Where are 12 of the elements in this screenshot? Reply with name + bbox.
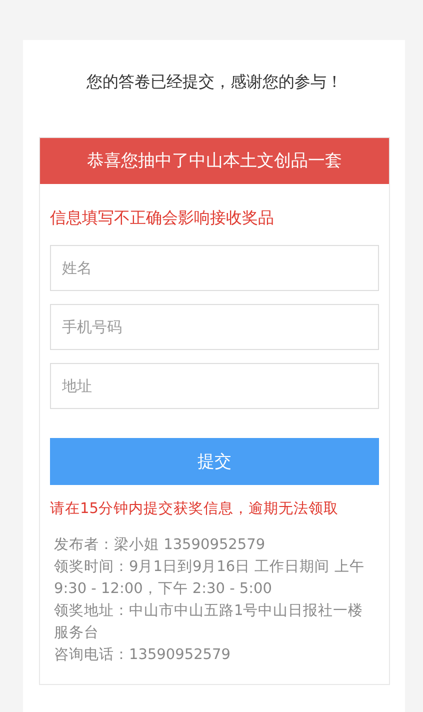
detail-text: 发布者：梁小姐 13590952579 [54,536,266,555]
deadline-notice: 请在15分钟内提交获奖信息，逾期无法领取 [50,500,340,518]
input-field[interactable]: 姓名 [50,245,379,291]
detail-text: 咨询电话：13590952579 [54,646,232,665]
prize-banner: 恭喜您抽中了中山本土文创品一套 [40,138,389,184]
detail-text: 领奖时间：9月1日到9月16日 工作日期间 上午 9:30 - 12:00，下午 2:30 - 5:00 [54,558,366,599]
thank-you-message: 您的答卷已经提交，感谢您的参与！ [86,71,344,93]
input-field[interactable]: 手机号码 [50,304,379,350]
submit-button[interactable]: 提交 [50,438,379,485]
input-field[interactable]: 地址 [50,363,379,409]
warning-text: 信息填写不正确会影响接收奖品 [50,208,275,229]
detail-text: 领奖地址：中山市中山五路1号中山日报社一楼服务台 [54,602,364,643]
